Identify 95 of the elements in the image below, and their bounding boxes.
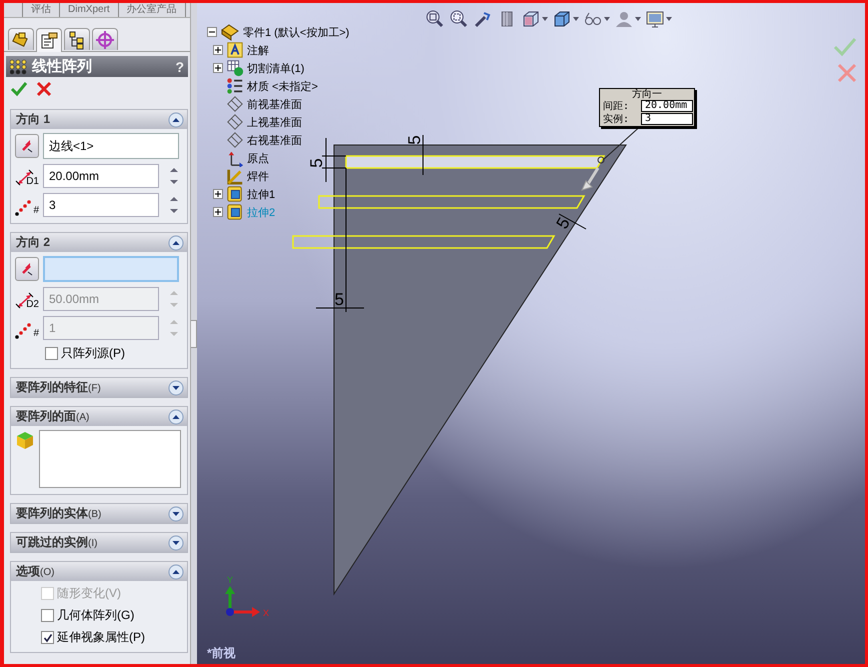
expand-icon[interactable] [213,207,223,217]
edge-field[interactable]: 边线<1> [43,133,179,159]
caret-icon [573,16,579,22]
instances-field[interactable]: 3 [43,193,159,217]
material-icon [226,77,244,95]
ribbon-tab[interactable]: 评估 [22,3,60,17]
view-name: *前视 [207,645,236,662]
collapse-icon[interactable] [168,564,184,580]
expand-icon[interactable] [168,380,184,396]
icon-label: # [33,329,39,339]
expand-icon[interactable] [168,534,184,550]
extrude-icon [226,185,244,203]
collapse-handle[interactable] [191,320,197,348]
axis-label: X [263,608,270,618]
cube-icon [15,430,35,450]
faces-list[interactable] [39,430,181,488]
axis-label: Y [227,575,233,585]
callout-title: 方向一 [631,89,663,100]
plane-icon [226,131,244,149]
view-orientation-button[interactable] [521,9,548,29]
expand-icon[interactable] [168,506,184,522]
icon-label: D1 [26,177,39,187]
previous-view-icon [473,9,493,29]
distance-field[interactable]: 20.00mm [43,164,159,188]
checkbox[interactable]: 几何体阵列(G) [41,607,181,624]
appearance-icon [614,9,634,29]
icon-label: # [33,206,39,216]
dimension-value[interactable]: 5 [334,290,344,309]
dimension-value[interactable]: 5 [307,158,326,168]
icon-label: D2 [26,300,39,310]
collapse-icon[interactable] [168,112,184,128]
feature-manager-tab[interactable] [8,28,34,50]
property-manager-tab[interactable] [36,28,62,52]
zoom-fit-icon [425,9,445,29]
ribbon-tab[interactable]: 办公室产品 [118,3,186,17]
previous-view-button[interactable] [473,9,493,29]
tree-item[interactable]: 注解 [247,42,269,58]
callout-field[interactable]: 20.00mm [641,100,693,112]
dimxpert-tab[interactable] [92,28,118,50]
dimension-value[interactable]: 5 [405,135,424,145]
view-orientation-icon [521,9,541,29]
reverse-direction-button[interactable] [15,134,39,158]
axis-triad [225,586,260,617]
tree-item[interactable]: 上视基准面 [247,114,302,130]
ribbon-tab[interactable]: DimXpert [60,3,119,17]
tree-item[interactable]: 材质 <未指定> [247,78,318,94]
checkmark-icon [42,632,52,642]
plane-icon [226,95,244,113]
caret-icon [604,16,610,22]
tree-item[interactable]: 焊件 [247,168,269,184]
dimension-value[interactable]: 5 [552,214,574,232]
tree-item[interactable]: 原点 [247,150,269,166]
caret-icon [635,16,641,22]
collapse-icon[interactable] [207,27,217,37]
callout-label: 间距: [603,100,630,112]
checkbox[interactable]: 延伸视象属性(P) [41,629,181,646]
plane-icon [226,113,244,131]
instances-icon [15,200,31,216]
part-icon [220,22,240,42]
help-button[interactable]: ? [175,58,184,74]
linear-pattern-icon [10,58,28,74]
tree-item[interactable]: 前视基准面 [247,96,302,112]
display-style-button[interactable] [552,9,579,29]
zoom-fit-button[interactable] [425,9,445,29]
cancel-icon[interactable] [36,81,52,97]
display-style-icon [552,9,572,29]
cut-list-icon [226,59,244,77]
property-manager-icon [39,30,59,50]
expand-icon[interactable] [213,45,223,55]
direction-arrow [581,156,604,191]
configuration-manager-tab[interactable] [64,28,90,50]
tree-item[interactable]: 切割清单(1) [247,60,304,76]
panel-title: 线性阵列 [32,57,93,76]
callout-label: 实例: [603,114,630,124]
zoom-area-button[interactable] [449,9,469,29]
expand-icon[interactable] [213,189,223,199]
reverse-direction-button[interactable] [15,257,39,281]
tree-item[interactable]: 右视基准面 [247,132,302,148]
ok-icon[interactable] [10,81,28,97]
scene-icon [645,9,665,29]
zoom-area-icon [449,9,469,29]
collapse-icon[interactable] [168,408,184,424]
appearance-button[interactable] [614,9,641,29]
weldment-icon [226,167,244,185]
tree-item[interactable]: 零件1 (默认<按加工>) [243,24,350,40]
instances-icon [15,323,31,339]
scene-button[interactable] [645,9,672,29]
tree-item[interactable]: 拉伸1 [247,186,276,202]
expand-icon[interactable] [213,63,223,73]
annotation-icon [226,41,244,59]
dimxpert-icon [95,30,115,50]
caret-icon [666,16,672,22]
caret-icon [542,16,548,22]
extrude-icon [226,203,244,221]
origin-icon [226,149,244,167]
